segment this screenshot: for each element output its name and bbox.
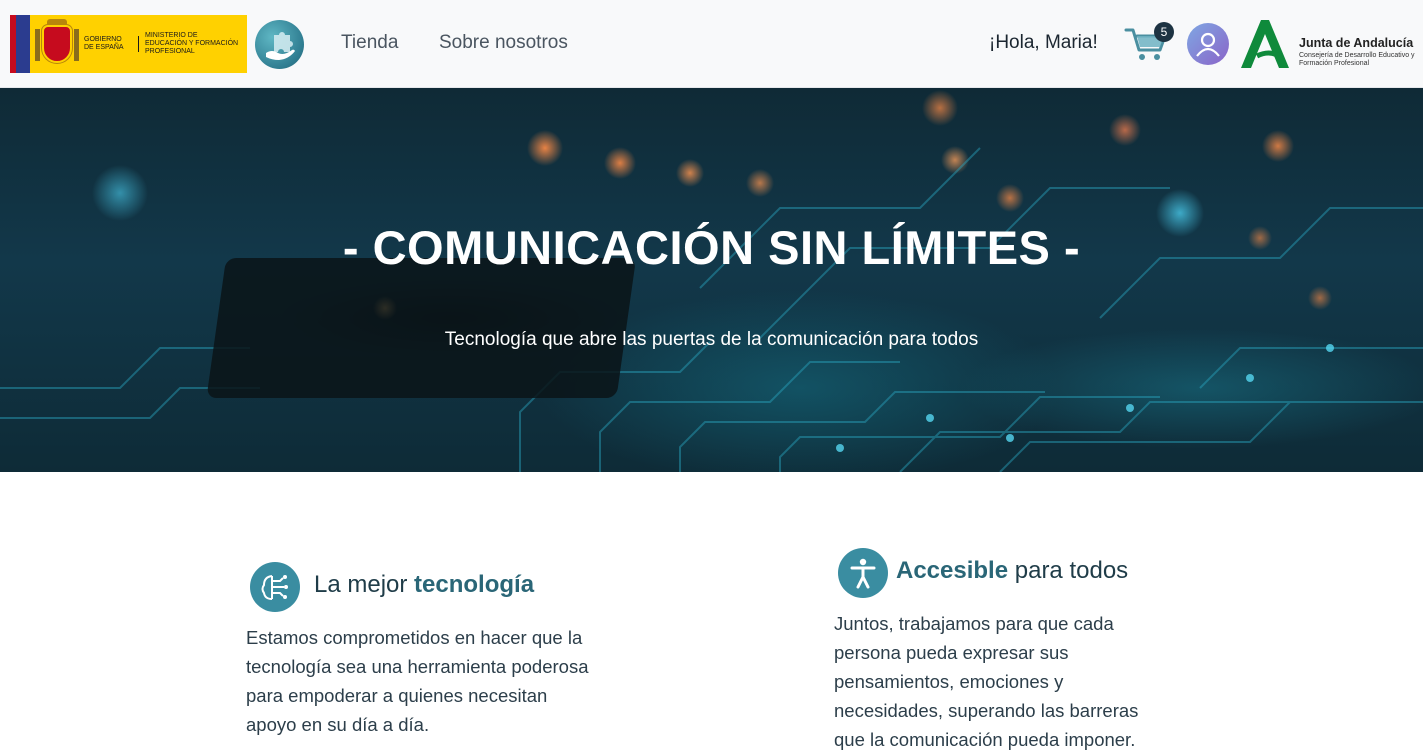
hero-subtitle: Tecnología que abre las puertas de la co… (444, 329, 979, 350)
coat-of-arms-icon (30, 15, 84, 73)
feature-tecnologia-text: Estamos comprometidos en hacer que la te… (246, 627, 589, 735)
feature-accesible-text: Juntos, trabajamos para que cada persona… (834, 613, 1139, 750)
top-header: GOBIERNO DE ESPAÑA MINISTERIO DE EDUCACI… (0, 0, 1423, 88)
feature-title-plain: para todos (1008, 557, 1129, 584)
hero-banner: - COMUNICACIÓN SIN LÍMITES - Tecnología … (0, 88, 1423, 472)
spain-flag-strip (10, 15, 30, 73)
user-greeting: ¡Hola, Maria! (989, 32, 1098, 53)
nav-sobre-nosotros-link[interactable]: Sobre nosotros (439, 32, 568, 54)
user-avatar-icon[interactable] (1187, 23, 1229, 65)
cart-count-badge: 5 (1154, 22, 1174, 42)
circuit-brain-icon (250, 562, 300, 612)
junta-title: Junta de Andalucía (1299, 36, 1414, 50)
junta-subtitle: Consejería de Desarrollo Educativo y For… (1299, 52, 1415, 67)
feature-tecnologia-title: La mejor tecnología (314, 571, 534, 599)
junta-andalucia-a-icon (1241, 20, 1289, 68)
nav-tienda-link[interactable]: Tienda (341, 32, 398, 54)
junta-andalucia-logo[interactable]: Junta de Andalucía Consejería de Desarro… (1237, 16, 1417, 72)
feature-title-strong: Accesible (896, 557, 1009, 584)
feature-accesible-title: Accesible para todos (896, 557, 1128, 585)
gov-logo-right-text: MINISTERIO DE EDUCACIÓN Y FORMACIÓN PROF… (145, 32, 239, 55)
site-logo-puzzle-hand-icon[interactable] (255, 20, 304, 69)
circuit-background-image (0, 147, 1423, 472)
feature-title-strong: tecnología (414, 571, 535, 598)
hero-title: - COMUNICACIÓN SIN LÍMITES - (342, 221, 1081, 274)
gobierno-espana-logo[interactable]: GOBIERNO DE ESPAÑA MINISTERIO DE EDUCACI… (10, 15, 247, 73)
feature-title-plain: La mejor (314, 571, 415, 598)
gov-logo-left-text: GOBIERNO DE ESPAÑA (84, 36, 139, 52)
accessibility-icon (838, 548, 888, 598)
